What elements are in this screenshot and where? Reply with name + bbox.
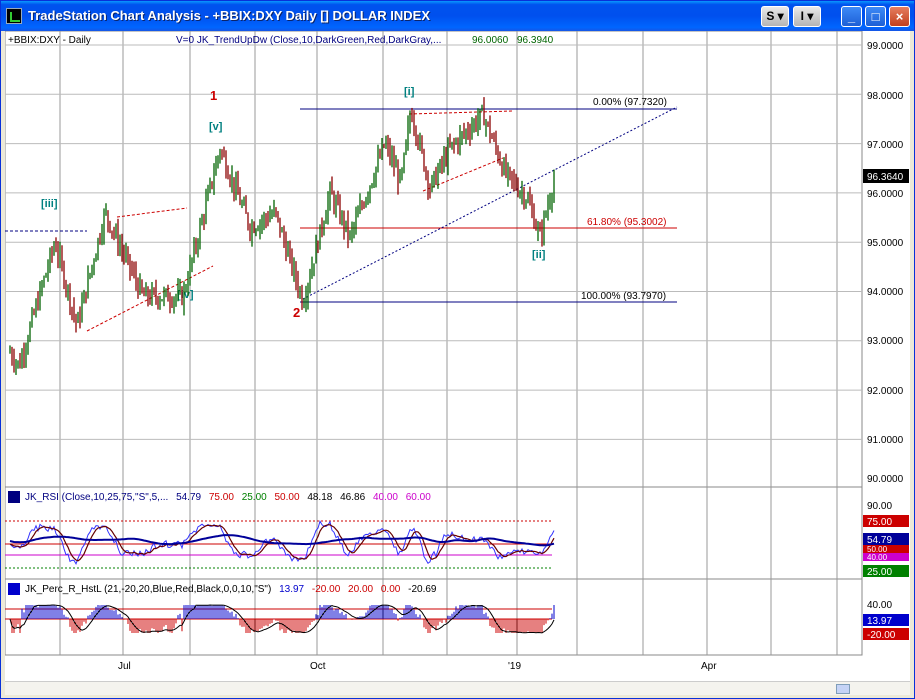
perc-value-1: 13.97	[279, 584, 304, 595]
perc-badge-1397-text: 13.97	[867, 616, 892, 627]
axis-tick: 95.0000	[867, 238, 904, 249]
wave-label-ii: [ii]	[532, 249, 546, 261]
axis-tick: 97.0000	[867, 140, 904, 151]
minimize-button[interactable]: _	[841, 6, 862, 27]
fib-label-618: 61.80% (95.3002)	[587, 217, 667, 228]
axis-tick: 93.0000	[867, 336, 904, 347]
wave-label-i: [i]	[404, 86, 415, 98]
perc-badge-m20-text: -20.00	[867, 630, 896, 641]
indicator-label: V=0 JK_TrendUpDw (Close,10,DarkGreen,Red…	[176, 35, 441, 46]
axis-tick: 91.0000	[867, 435, 904, 446]
rsi-value-5: 48.18	[307, 492, 332, 503]
perc-value-5: -20.69	[408, 584, 437, 595]
wave-label-v: [v]	[209, 121, 223, 133]
wave-label-2: 2	[293, 305, 300, 320]
fib-label-0: 0.00% (97.7320)	[593, 97, 667, 108]
fib-label-100: 100.00% (93.7970)	[581, 291, 666, 302]
rsi-value-2: 75.00	[209, 492, 234, 503]
axis-tick: 98.0000	[867, 91, 904, 102]
s-button-label: S	[766, 9, 775, 23]
chart-client-area[interactable]: +BBIX:DXY - Daily V=0 JK_TrendUpDw (Clos…	[4, 30, 910, 695]
perc-value-2: -20.00	[312, 584, 341, 595]
perc-name: JK_Perc_R_HstL (21,-20,20,Blue,Red,Black…	[25, 584, 271, 595]
maximize-button[interactable]: □	[865, 6, 886, 27]
scroll-thumb[interactable]	[836, 684, 850, 694]
rsi-value-7: 40.00	[373, 492, 398, 503]
price-axis: 99.0000 98.0000 97.0000 96.0000 95.0000 …	[867, 41, 904, 485]
price-pane[interactable]	[4, 30, 863, 488]
axis-tick: 96.0000	[867, 189, 904, 200]
rsi-indicator-icon[interactable]	[8, 491, 20, 503]
rsi-badge-25-text: 25.00	[867, 567, 892, 578]
perc-value-4: 0.00	[381, 584, 401, 595]
rsi-value-1: 54.79	[176, 492, 201, 503]
indicator-value-1: 96.0060	[472, 35, 509, 46]
time-label-oct: Oct	[310, 661, 326, 672]
s-menu-button[interactable]: S ▾	[761, 6, 789, 27]
rsi-value-8: 60.00	[406, 492, 431, 503]
perc-header: JK_Perc_R_HstL (21,-20,20,Blue,Red,Black…	[25, 584, 437, 595]
i-menu-button[interactable]: I ▾	[793, 6, 821, 27]
rsi-badge-40-text: 40.00	[867, 553, 888, 562]
axis-tick: 90.0000	[867, 474, 904, 485]
i-button-label: I	[800, 9, 804, 23]
perc-value-3: 20.00	[348, 584, 373, 595]
indicator-value-2: 96.3940	[517, 35, 554, 46]
axis-tick: 94.0000	[867, 287, 904, 298]
symbol-label: +BBIX:DXY - Daily	[8, 35, 91, 46]
wave-label-1: 1	[210, 88, 217, 103]
rsi-value-6: 46.86	[340, 492, 365, 503]
rsi-axis-top: 90.00	[867, 501, 892, 512]
perc-axis-top: 40.00	[867, 600, 892, 611]
rsi-value-4: 50.00	[275, 492, 300, 503]
wave-label-iii: [iii]	[41, 198, 58, 210]
app-chart-icon[interactable]	[6, 8, 22, 24]
last-price: 96.3640	[867, 172, 904, 183]
time-axis: Jul Oct '19 Apr	[118, 661, 717, 672]
rsi-value-3: 25.00	[242, 492, 267, 503]
axis-tick: 99.0000	[867, 41, 904, 52]
rsi-badge-75-text: 75.00	[867, 517, 892, 528]
window-title: TradeStation Chart Analysis - +BBIX:DXY …	[28, 8, 430, 23]
close-button[interactable]: ×	[889, 6, 910, 27]
rsi-name: JK_RSI (Close,10,25,75,"S",5,...	[25, 492, 168, 503]
axis-tick: 92.0000	[867, 386, 904, 397]
horizontal-scrollbar[interactable]	[5, 681, 910, 695]
time-label-apr: Apr	[701, 661, 717, 672]
time-label-19: '19	[508, 661, 521, 672]
perc-indicator-icon[interactable]	[8, 583, 20, 595]
chart-window: TradeStation Chart Analysis - +BBIX:DXY …	[0, 0, 915, 699]
time-label-jul: Jul	[118, 661, 131, 672]
title-bar[interactable]: TradeStation Chart Analysis - +BBIX:DXY …	[1, 1, 914, 31]
